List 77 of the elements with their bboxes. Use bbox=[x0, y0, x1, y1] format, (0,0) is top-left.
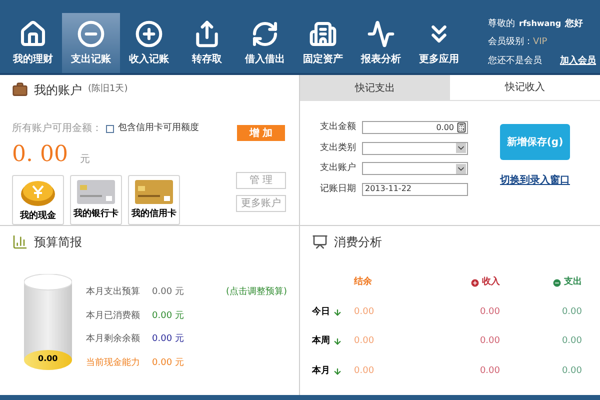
currency-unit: 元 bbox=[80, 153, 90, 167]
bank-card-icon bbox=[76, 178, 116, 205]
bar-chart-icon bbox=[12, 234, 28, 250]
field-label: 记账日期 bbox=[320, 182, 356, 196]
table-cell-text: 0.00 bbox=[478, 364, 501, 378]
join-member-link[interactable]: 加入会员 bbox=[560, 54, 596, 68]
nav-button[interactable]: 固定资产 bbox=[294, 13, 352, 73]
username: rfshwang bbox=[519, 18, 562, 30]
table-cell-text: 0.00 bbox=[560, 335, 583, 348]
row-label: 本周 bbox=[312, 335, 330, 348]
plus-icon bbox=[470, 278, 480, 288]
budget-label: 本月已消费额 bbox=[86, 310, 141, 322]
input-field[interactable]: 0.00 bbox=[362, 121, 468, 134]
nav-button[interactable]: 借入借出 bbox=[236, 13, 294, 73]
budget-label: 本月支出预算 bbox=[86, 286, 141, 299]
minus-icon bbox=[552, 278, 562, 288]
row-label: 今日 bbox=[312, 306, 330, 318]
briefcase-icon bbox=[12, 82, 28, 98]
cylinder-value: 0.00 bbox=[38, 353, 58, 365]
tab[interactable]: 快记支出 bbox=[300, 75, 450, 101]
account-card-button[interactable]: 我的银行卡 bbox=[70, 175, 122, 225]
easel-icon bbox=[312, 234, 328, 250]
panel-title: 消费分析 bbox=[334, 234, 382, 251]
table-cell-text: 0.00 bbox=[354, 364, 376, 378]
adjust-budget-link[interactable]: (点击调整预算) bbox=[226, 286, 287, 300]
table-cell-text: 0.00 bbox=[478, 335, 501, 348]
nav-button[interactable]: 更多应用 bbox=[410, 13, 468, 73]
budget-label: 当前现金能力 bbox=[86, 356, 141, 370]
down-arrow-icon bbox=[333, 308, 342, 317]
greeting-label: 尊敬的 bbox=[488, 18, 515, 31]
member-status: 您还不是会员 bbox=[488, 54, 542, 68]
column-header: 支出 bbox=[564, 276, 582, 289]
field-label: 支出金额 bbox=[320, 121, 356, 134]
nav-button[interactable]: 我的理财 bbox=[4, 13, 62, 73]
credit-card-icon bbox=[134, 178, 174, 205]
budget-label: 本月剩余余额 bbox=[86, 333, 141, 346]
column-header: 结余 bbox=[354, 276, 372, 289]
member-level: VIP bbox=[533, 36, 548, 50]
table-cell-text: 0.00 bbox=[354, 306, 376, 318]
table-cell-text: 0.00 bbox=[478, 306, 501, 318]
nav-button[interactable]: 报表分析 bbox=[352, 13, 410, 73]
plus-icon bbox=[135, 20, 163, 48]
calculator-icon[interactable] bbox=[456, 122, 467, 134]
dropdown-field[interactable] bbox=[362, 142, 468, 155]
input-field[interactable]: 2013-11-22 bbox=[362, 182, 468, 196]
nav-button[interactable]: 转存取 bbox=[178, 13, 236, 73]
panel-title: 预算简报 bbox=[34, 234, 82, 251]
home-icon bbox=[19, 20, 47, 48]
dropdown-field[interactable] bbox=[362, 162, 468, 176]
budget-value: 0.00 元 bbox=[152, 310, 184, 322]
field-label: 支出类别 bbox=[320, 142, 356, 154]
field-label: 支出账户 bbox=[320, 162, 356, 175]
stale-note: (陈旧1天) bbox=[88, 83, 128, 96]
hello-label: 您好 bbox=[565, 18, 584, 31]
column-header: 收入 bbox=[482, 276, 500, 289]
table-cell-text: 0.00 bbox=[560, 364, 583, 378]
table-cell-text: 0.00 bbox=[560, 306, 583, 318]
building-icon bbox=[309, 20, 337, 48]
budget-value: 0.00 元 bbox=[152, 333, 184, 346]
total-label: 所有账户可用金额： bbox=[12, 122, 102, 136]
down-arrow-icon bbox=[333, 337, 342, 346]
member-level-label: 会员级别： bbox=[488, 36, 533, 50]
nav-button[interactable]: 收入记账 bbox=[120, 13, 178, 73]
include-credit-checkbox[interactable] bbox=[106, 124, 114, 132]
budget-value: 0.00 元 bbox=[152, 356, 184, 370]
row-label: 本月 bbox=[312, 364, 330, 378]
minus-icon bbox=[77, 20, 105, 48]
down-arrow-icon bbox=[333, 366, 342, 376]
total-amount: 0. 00 bbox=[12, 141, 68, 169]
budget-value: 0.00 元 bbox=[152, 286, 184, 299]
include-credit-label: 包含信用卡可用额度 bbox=[118, 122, 199, 135]
nav-button[interactable]: 支出记账 bbox=[62, 13, 120, 73]
table-cell-text: 0.00 bbox=[354, 335, 376, 348]
account-card-button[interactable]: 我的现金 bbox=[12, 175, 64, 225]
account-card-button[interactable]: 我的信用卡 bbox=[128, 175, 180, 225]
panel-title: 我的账户 bbox=[34, 82, 82, 99]
switch-window-link[interactable]: 切换到录入窗口 bbox=[500, 173, 570, 188]
